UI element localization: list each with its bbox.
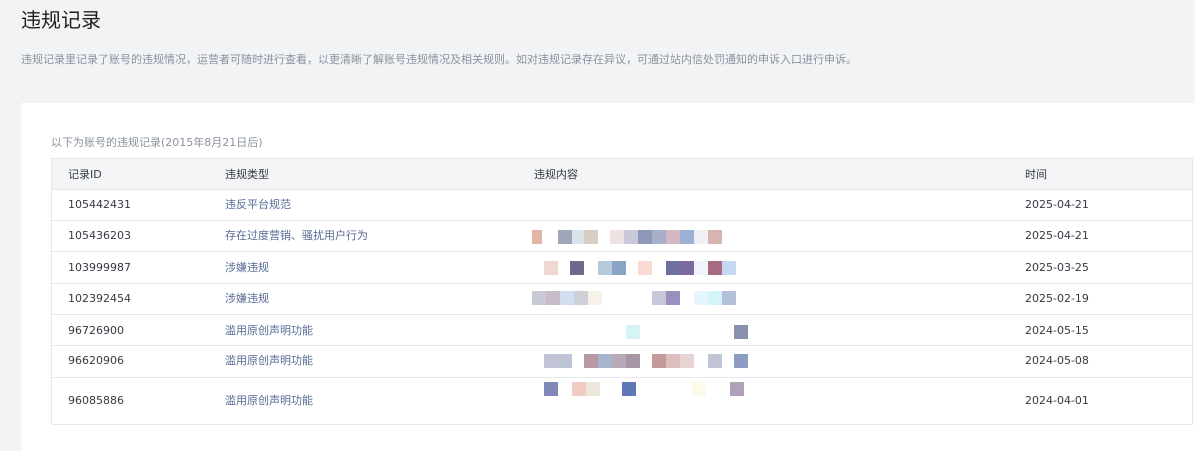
violation-records-card: 以下为账号的违规记录(2015年8月21日后) 记录ID 违规类型 违规内容 时…	[21, 103, 1195, 451]
violation-type-link[interactable]: 滥用原创声明功能	[225, 323, 313, 339]
violation-type-link[interactable]: 涉嫌违规	[225, 291, 269, 307]
record-id: 102392454	[68, 292, 131, 305]
record-time: 2025-04-21	[1025, 229, 1089, 242]
violation-type-link[interactable]: 违反平台规范	[225, 197, 291, 213]
table-row: 105436203 存在过度营销、骚扰用户行为 2025-04-21	[52, 221, 1192, 252]
table-caption: 以下为账号的违规记录(2015年8月21日后)	[51, 136, 263, 149]
violation-type-link[interactable]: 滥用原创声明功能	[225, 353, 313, 369]
table-row: 102392454 涉嫌违规 2025-02-19	[52, 284, 1192, 315]
redacted-content	[522, 382, 762, 398]
record-time: 2024-04-01	[1025, 394, 1089, 407]
record-id: 105436203	[68, 229, 131, 242]
redacted-content	[522, 230, 762, 246]
header-time: 时间	[1025, 168, 1047, 181]
record-time: 2025-02-19	[1025, 292, 1089, 305]
record-time: 2025-04-21	[1025, 198, 1089, 211]
page-description: 违规记录里记录了账号的违规情况，运营者可随时进行查看，以更清晰了解账号违规情况及…	[21, 53, 857, 66]
header-violation-content: 违规内容	[534, 168, 578, 181]
record-id: 105442431	[68, 198, 131, 211]
table-header: 记录ID 违规类型 违规内容 时间	[52, 159, 1192, 190]
violation-type-link[interactable]: 滥用原创声明功能	[225, 393, 313, 409]
record-time: 2025-03-25	[1025, 261, 1089, 274]
header-record-id: 记录ID	[68, 168, 102, 181]
record-id: 103999987	[68, 261, 131, 274]
table-row: 103999987 涉嫌违规 2025-03-25	[52, 252, 1192, 284]
violation-type-link[interactable]: 涉嫌违规	[225, 260, 269, 276]
record-id: 96085886	[68, 394, 124, 407]
header-violation-type: 违规类型	[225, 168, 269, 181]
record-time: 2024-05-08	[1025, 354, 1089, 367]
violation-table: 记录ID 违规类型 违规内容 时间 105442431 违反平台规范 2025-…	[51, 158, 1193, 425]
record-id: 96620906	[68, 354, 124, 367]
table-row: 105442431 违反平台规范 2025-04-21	[52, 190, 1192, 221]
table-row: 96726900 滥用原创声明功能 2024-05-15	[52, 315, 1192, 346]
redacted-content	[522, 291, 762, 307]
page-header: 违规记录 违规记录里记录了账号的违规情况，运营者可随时进行查看，以更清晰了解账号…	[0, 0, 1195, 103]
table-row: 96620906 滥用原创声明功能 2024-05-08	[52, 346, 1192, 378]
violation-type-link[interactable]: 存在过度营销、骚扰用户行为	[225, 228, 368, 244]
redacted-content	[522, 354, 762, 370]
record-time: 2024-05-15	[1025, 324, 1089, 337]
redacted-content	[522, 261, 762, 277]
table-row: 96085886 滥用原创声明功能 2024-04-01	[52, 378, 1192, 425]
redacted-content	[522, 325, 762, 341]
page-title: 违规记录	[21, 8, 101, 32]
record-id: 96726900	[68, 324, 124, 337]
